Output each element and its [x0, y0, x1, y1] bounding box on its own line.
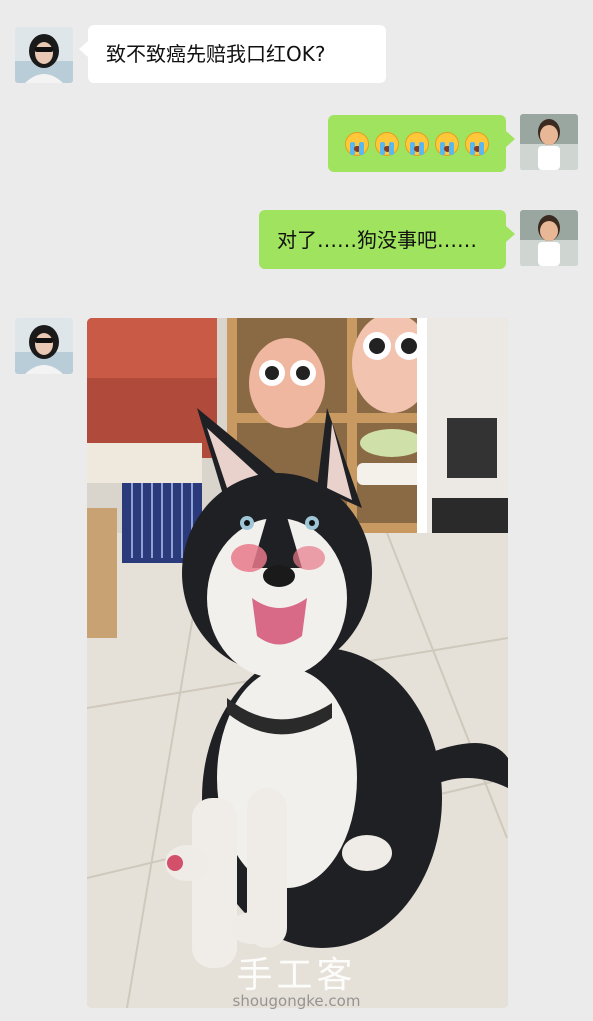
crying-face-icon — [435, 131, 459, 156]
contact-avatar[interactable] — [15, 318, 73, 374]
message-bubble-received[interactable]: 致不致癌先赔我口红OK? — [79, 25, 386, 83]
crying-face-icon — [345, 131, 369, 156]
message-text: 对了……狗没事吧…… — [277, 227, 477, 252]
bubble-tail — [506, 131, 515, 147]
husky-photo-message[interactable] — [87, 318, 508, 1008]
my-avatar[interactable] — [520, 114, 578, 170]
message-text: 致不致癌先赔我口红OK? — [106, 42, 326, 66]
watermark-url: shougongke.com — [232, 992, 361, 1010]
emoji-row — [345, 131, 489, 156]
crying-face-icon — [405, 131, 429, 156]
crying-face-icon — [465, 131, 489, 156]
contact-avatar[interactable] — [15, 27, 73, 83]
message-bubble-sent[interactable]: 对了……狗没事吧…… — [259, 210, 515, 269]
bubble-tail — [79, 41, 88, 57]
message-bubble-sent[interactable] — [328, 115, 515, 172]
crying-face-icon — [375, 131, 399, 156]
watermark-logo-text: 手工客 — [236, 955, 357, 996]
my-avatar[interactable] — [520, 210, 578, 266]
bubble-tail — [506, 226, 515, 242]
